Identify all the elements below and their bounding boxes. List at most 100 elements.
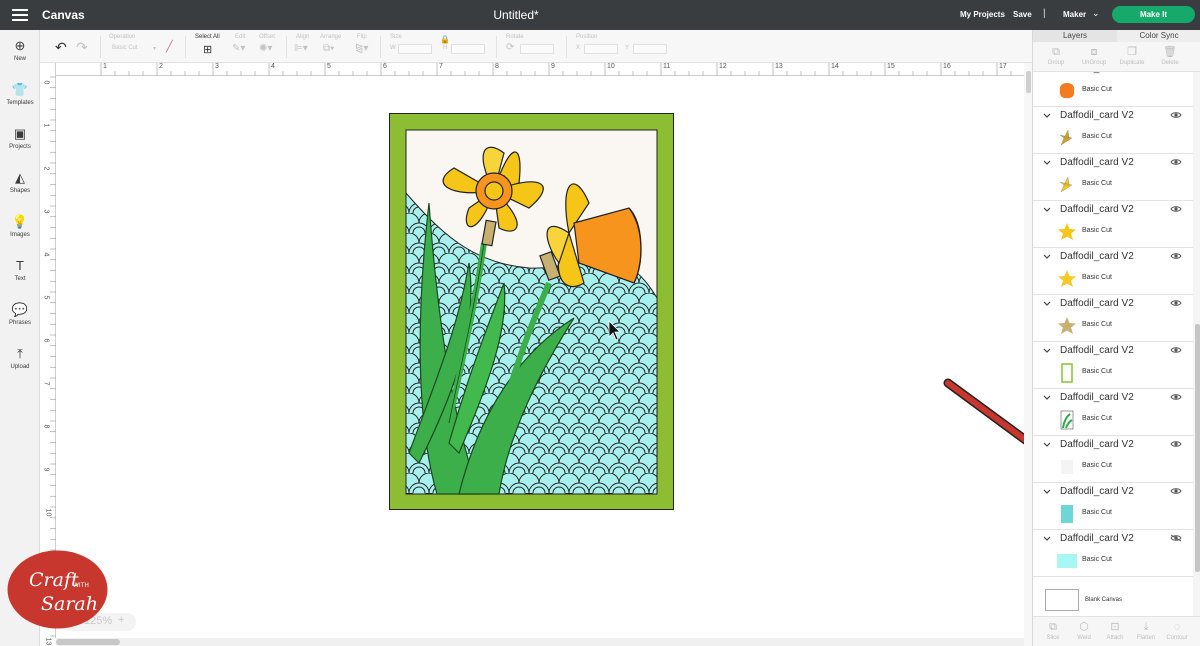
scroll-thumb[interactable] [56,639,120,645]
duplicate-button[interactable]: ❐ Duplicate [1115,46,1149,66]
chevron-down-icon[interactable] [1043,111,1051,121]
y-input[interactable] [633,44,667,54]
blank-canvas-swatch[interactable] [1045,589,1079,611]
sidebar-item-shapes[interactable]: ◭ Shapes [0,171,40,195]
offset-icon[interactable]: ✺▾ [259,43,272,54]
flip-icon[interactable]: ⧎▾ [355,43,368,54]
weld-icon: ⬡ [1079,621,1089,633]
slice-button[interactable]: ⧉ Slice [1037,621,1069,641]
x-input[interactable] [584,44,618,54]
sidebar-item-images[interactable]: 💡 Images [0,215,40,239]
layer-name[interactable]: Daffodil_card V2 [1060,439,1134,450]
flatten-button[interactable]: ⤓ Flatten [1130,621,1162,641]
sidebar-item-phrases[interactable]: 💬 Phrases [0,303,40,327]
layer-row[interactable]: Daffodil_card V2 Basic Cut [1033,295,1193,342]
eye-icon[interactable] [1170,111,1182,119]
eye-icon[interactable] [1170,393,1182,401]
layer-name[interactable]: Daffodil_card V2 [1060,486,1134,497]
save-button[interactable]: Save [1013,10,1032,19]
group-button[interactable]: ⧉ Group [1039,46,1073,66]
height-input[interactable] [451,44,485,54]
ungroup-button[interactable]: ⧈ UnGroup [1077,46,1111,66]
align-icon[interactable]: ⊫▾ [294,43,308,54]
canvas-vertical-scrollbar[interactable] [1024,63,1032,646]
eye-icon[interactable] [1170,158,1182,166]
layer-name[interactable]: Daffodil_card V2 [1060,251,1134,262]
make-it-button[interactable]: Make It [1112,6,1195,23]
layers-scrollbar[interactable] [1193,72,1200,633]
flip-label: Flip [357,34,367,40]
layer-row[interactable]: Daffodil_card V2 Basic Cut [1033,389,1193,436]
select-all-icon[interactable]: ⊞ [203,43,212,56]
chevron-down-icon[interactable] [1043,393,1051,403]
scroll-thumb[interactable] [1026,71,1031,93]
chevron-down-icon[interactable] [1043,299,1051,309]
eye-icon[interactable] [1170,534,1182,542]
contour-button[interactable]: ◌ Contour [1161,621,1193,641]
layer-row[interactable]: Daffodil_card V2 Basic Cut [1033,436,1193,483]
layer-row[interactable]: Daffodil_card V2 Basic Cut [1033,530,1193,577]
sidebar-item-text[interactable]: T Text [0,259,40,283]
layer-row[interactable]: Daffodil_card V2 Basic Cut [1033,483,1193,530]
chevron-down-icon[interactable] [1043,346,1051,356]
layer-thumbnail [1057,554,1077,568]
layer-row[interactable]: Daffodil_card V2 Basic Cut [1033,342,1193,389]
chevron-down-icon[interactable]: ▾ [153,45,156,52]
chevron-down-icon[interactable] [1043,534,1051,544]
layer-name[interactable]: Daffodil_card V2 [1060,345,1134,356]
attach-button[interactable]: ⊡ Attach [1099,621,1131,641]
redo-icon[interactable]: ↷ [76,39,88,56]
layer-row[interactable]: Daffodil_card V2 Basic Cut [1033,201,1193,248]
chevron-down-icon[interactable] [1043,487,1051,497]
eye-icon[interactable] [1170,299,1182,307]
layer-bottom-tools: ⧉ Slice ⬡ Weld ⊡ Attach ⤓ Flatten ◌ Contour [1033,616,1200,646]
rotate-input[interactable] [520,44,554,54]
sidebar-item-projects[interactable]: ▣ Projects [0,127,40,151]
chevron-down-icon[interactable] [1043,252,1051,262]
layer-row[interactable]: Daffodil_card V2 Basic Cut [1033,248,1193,295]
eye-icon[interactable] [1170,440,1182,448]
canvas-horizontal-scrollbar[interactable] [56,638,1024,646]
my-projects-link[interactable]: My Projects [960,10,1005,19]
blank-canvas-row[interactable]: Blank Canvas [1033,585,1193,615]
layer-name[interactable]: Daffodil_card V2 [1060,157,1134,168]
topbar-separator: | [1043,8,1046,19]
chevron-down-icon[interactable]: ⌄ [1092,8,1100,19]
eye-icon[interactable] [1170,205,1182,213]
sidebar-item-new[interactable]: ⊕ New [0,39,40,63]
layer-row[interactable]: Daffodil_card V2 Basic Cut [1033,154,1193,201]
zoom-in-button[interactable]: + [118,614,124,626]
scroll-thumb[interactable] [1195,324,1200,572]
edit-pencil-icon[interactable]: ✎▾ [232,43,245,54]
layer-name[interactable]: Daffodil_card V2 [1060,110,1134,121]
chevron-down-icon[interactable] [1043,205,1051,215]
layer-name[interactable]: Daffodil_card V2 [1060,298,1134,309]
weld-button[interactable]: ⬡ Weld [1068,621,1100,641]
undo-icon[interactable]: ↶ [55,39,67,56]
layer-name[interactable]: Daffodil_card V2 [1060,204,1134,215]
eye-icon[interactable] [1170,487,1182,495]
operation-select[interactable]: Basic Cut [112,45,138,51]
arrange-icon[interactable]: ⧉▾ [323,43,334,54]
layer-name[interactable]: Daffodil_card V2 [1060,392,1134,403]
lock-icon[interactable]: 🔒 [440,35,450,44]
eye-icon[interactable] [1170,346,1182,354]
pen-color-icon[interactable]: ╱ [166,40,173,53]
sidebar-item-upload[interactable]: ⤒ Upload [0,347,40,371]
sidebar-item-templates[interactable]: 👕 Templates [0,83,40,107]
delete-button[interactable]: 🗑 Delete [1153,46,1187,66]
chevron-down-icon[interactable] [1043,158,1051,168]
width-input[interactable] [398,44,432,54]
machine-select[interactable]: Maker [1063,10,1086,19]
tab-layers[interactable]: Layers [1033,30,1117,42]
tab-color-sync[interactable]: Color Sync [1117,30,1200,42]
layer-row[interactable]: Daffodil_card V2 Basic Cut [1033,72,1193,107]
daffodil-card-design[interactable] [389,113,674,510]
layer-name[interactable]: Daffodil_card V2 [1060,533,1134,544]
height-label: H [443,45,448,51]
chevron-down-icon[interactable] [1043,440,1051,450]
layer-name[interactable]: Daffodil_card V2 [1060,72,1134,74]
eye-icon[interactable] [1170,252,1182,260]
chevron-down-icon[interactable] [1043,72,1051,74]
layer-row[interactable]: Daffodil_card V2 Basic Cut [1033,107,1193,154]
